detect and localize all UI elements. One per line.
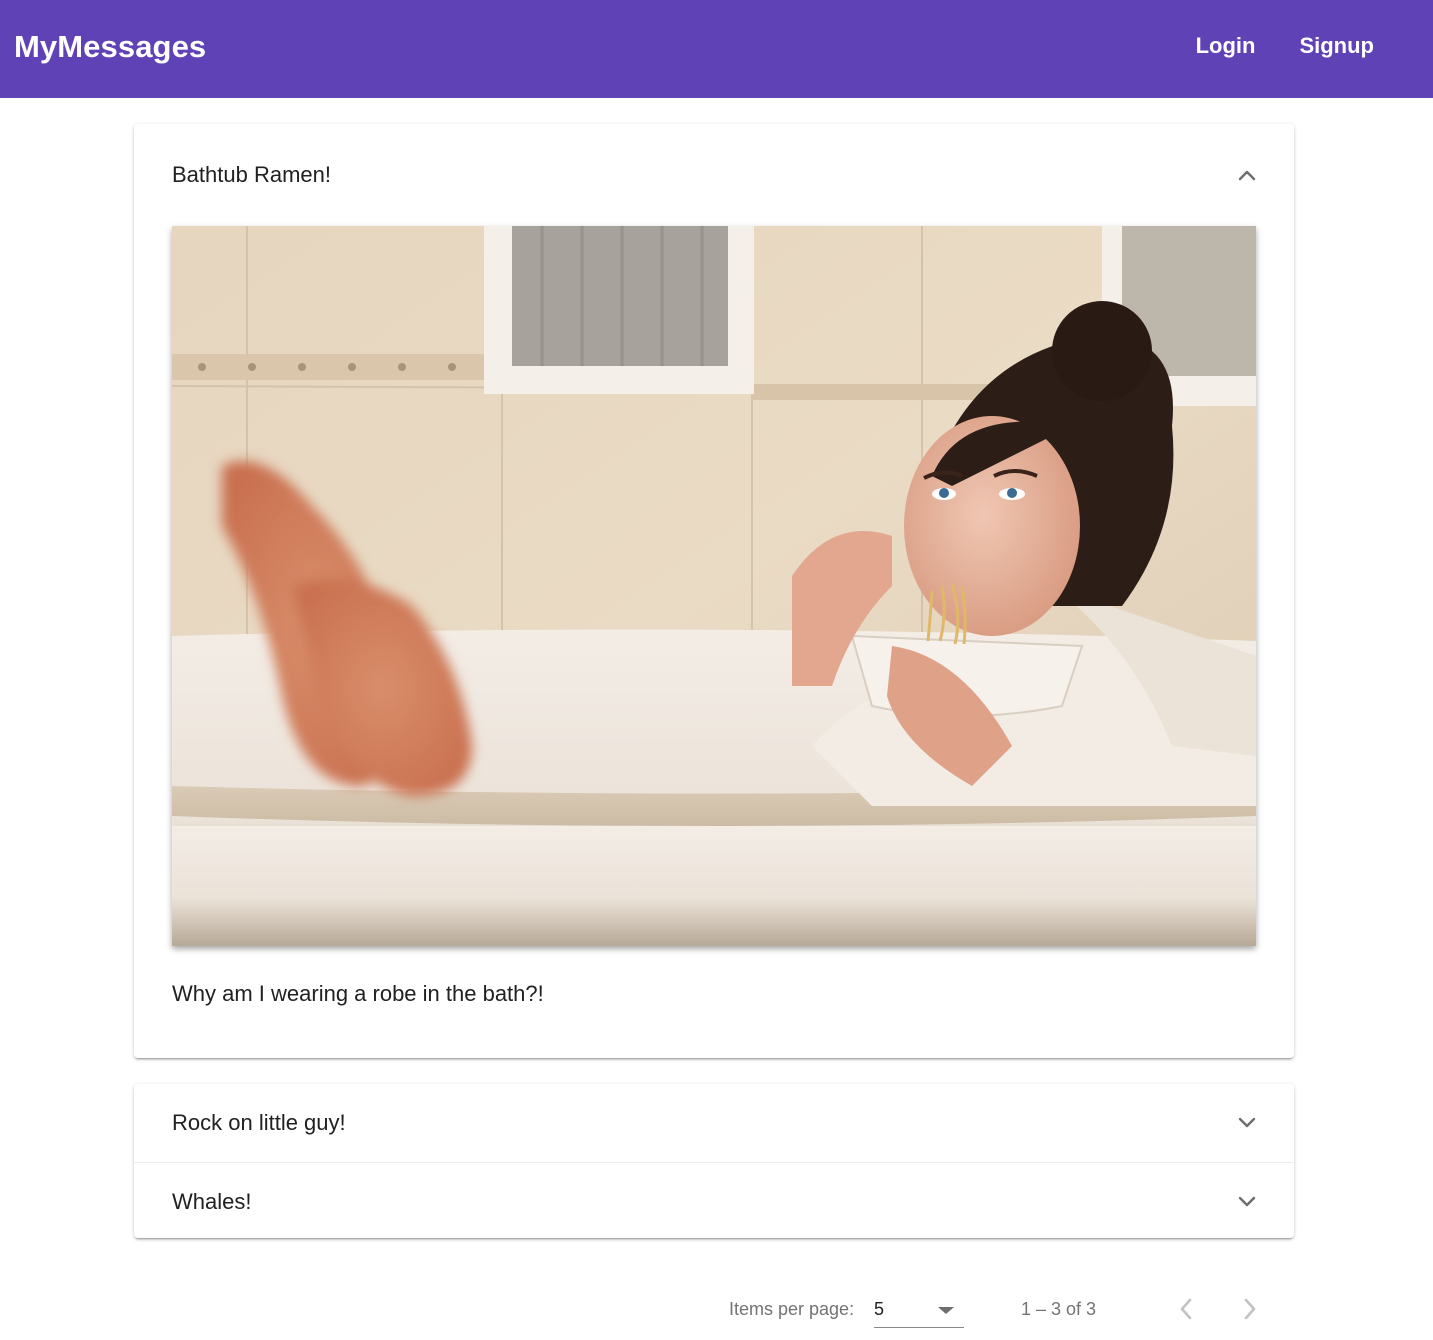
post-title: Bathtub Ramen! bbox=[172, 162, 331, 187]
chevron-down-icon bbox=[1236, 1112, 1258, 1134]
page-range-label: 1 – 3 of 3 bbox=[1021, 1299, 1097, 1319]
app-title[interactable]: MyMessages bbox=[14, 29, 206, 65]
next-page-button[interactable] bbox=[1234, 1293, 1266, 1325]
items-per-page-label: Items per page: bbox=[729, 1299, 855, 1319]
chevron-up-icon bbox=[1236, 164, 1258, 186]
previous-page-button[interactable] bbox=[1170, 1293, 1202, 1325]
post-content: Why am I wearing a robe in the bath?! bbox=[172, 981, 544, 1006]
post-title: Whales! bbox=[172, 1189, 252, 1214]
page-size-select[interactable]: 5 bbox=[874, 1294, 964, 1328]
post-panel-header[interactable]: Whales! bbox=[134, 1163, 1294, 1241]
post-title: Rock on little guy! bbox=[172, 1110, 346, 1135]
paginator: Items per page: 5 1 – 3 of 3 bbox=[0, 1288, 1433, 1330]
login-button[interactable]: Login bbox=[1174, 27, 1278, 65]
chevron-right-icon bbox=[1244, 1298, 1256, 1320]
post-panel-collapsed-list: Rock on little guy! Whales! bbox=[134, 1084, 1294, 1238]
dropdown-arrow-icon bbox=[938, 1307, 954, 1314]
signup-button[interactable]: Signup bbox=[1277, 27, 1396, 65]
chevron-down-icon bbox=[1236, 1191, 1258, 1213]
page-size-value: 5 bbox=[874, 1299, 885, 1319]
app-toolbar: MyMessages Login Signup bbox=[0, 0, 1433, 98]
post-panel-expanded: Bathtub Ramen! Why am I wearing a robe i… bbox=[134, 124, 1294, 1058]
chevron-left-icon bbox=[1180, 1298, 1192, 1320]
post-panel-header[interactable]: Rock on little guy! bbox=[134, 1084, 1294, 1162]
post-image bbox=[172, 226, 1256, 946]
post-panel-header[interactable]: Bathtub Ramen! bbox=[134, 124, 1294, 228]
